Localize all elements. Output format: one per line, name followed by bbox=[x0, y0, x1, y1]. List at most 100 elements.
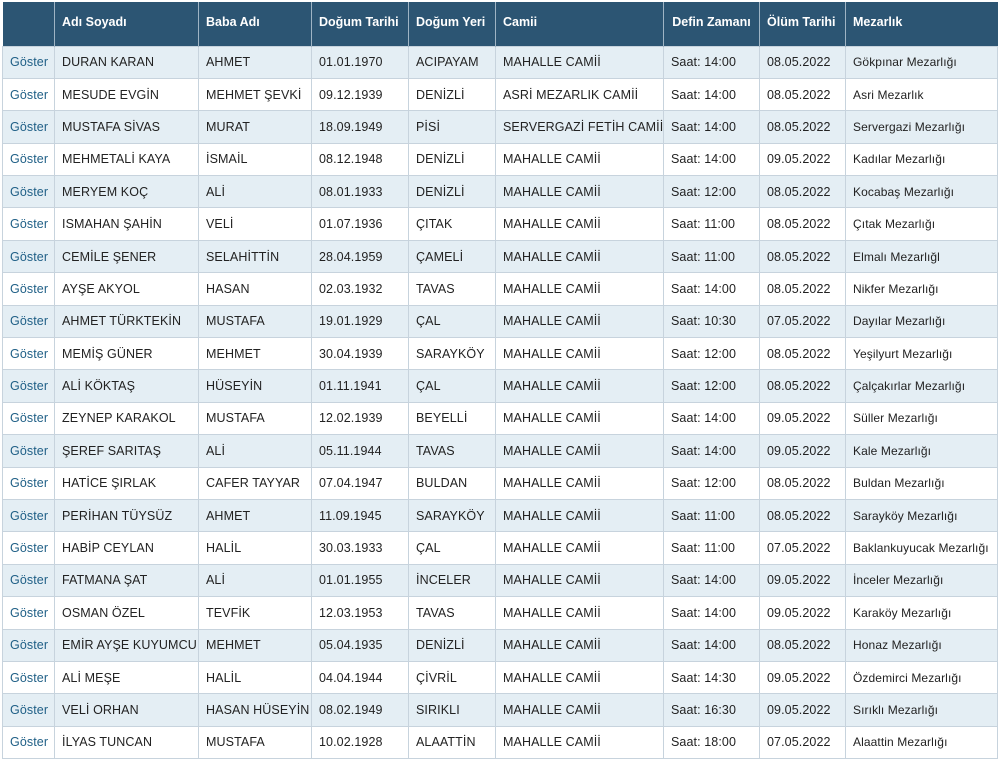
header-action bbox=[2, 2, 55, 46]
header-name[interactable]: Adı Soyadı bbox=[54, 2, 199, 46]
show-button[interactable]: Göster bbox=[2, 563, 55, 598]
cell-birth-date: 11.09.1945 bbox=[311, 498, 409, 533]
cell-cemetery: Süller Mezarlığı bbox=[845, 401, 998, 436]
cell-burial-time: Saat: 14:00 bbox=[663, 401, 760, 436]
show-button[interactable]: Göster bbox=[2, 466, 55, 500]
cell-father: MUSTAFA bbox=[198, 401, 312, 436]
show-button[interactable]: Göster bbox=[2, 596, 55, 630]
cell-cemetery: Sarayköy Mezarlığı bbox=[845, 498, 998, 533]
cell-name: PERİHAN TÜYSÜZ bbox=[54, 498, 199, 533]
cell-mosque: MAHALLE CAMİİ bbox=[495, 45, 664, 79]
show-button[interactable]: Göster bbox=[2, 498, 55, 533]
header-burial-time[interactable]: Defin Zamanı bbox=[663, 2, 760, 46]
cell-death-date: 09.05.2022 bbox=[759, 142, 846, 177]
show-button[interactable]: Göster bbox=[2, 272, 55, 306]
cell-father: AHMET bbox=[198, 45, 312, 79]
show-button[interactable]: Göster bbox=[2, 434, 55, 468]
cell-name: OSMAN ÖZEL bbox=[54, 596, 199, 630]
cell-cemetery: Dayılar Mezarlığı bbox=[845, 304, 998, 339]
cell-death-date: 08.05.2022 bbox=[759, 628, 846, 662]
cell-death-date: 08.05.2022 bbox=[759, 369, 846, 403]
cell-mosque: MAHALLE CAMİİ bbox=[495, 369, 664, 403]
cell-birth-date: 08.12.1948 bbox=[311, 142, 409, 177]
cell-birth-date: 10.02.1928 bbox=[311, 725, 409, 759]
cell-birth-place: BULDAN bbox=[408, 466, 496, 500]
table-row: Göster MEHMETALİ KAYA İSMAİL 08.12.1948 DENİ… bbox=[2, 142, 998, 177]
cell-name: AHMET TÜRKTEKİN bbox=[54, 304, 199, 339]
show-button[interactable]: Göster bbox=[2, 337, 55, 371]
cell-cemetery: Nikfer Mezarlığı bbox=[845, 272, 998, 306]
show-button[interactable]: Göster bbox=[2, 725, 55, 759]
show-button[interactable]: Göster bbox=[2, 239, 55, 274]
show-button[interactable]: Göster bbox=[2, 110, 55, 144]
cell-birth-place: DENİZLİ bbox=[408, 628, 496, 662]
cell-burial-time: Saat: 14:00 bbox=[663, 563, 760, 598]
show-button[interactable]: Göster bbox=[2, 207, 55, 241]
show-button[interactable]: Göster bbox=[2, 693, 55, 727]
cell-burial-time: Saat: 12:00 bbox=[663, 175, 760, 209]
cell-burial-time: Saat: 14:00 bbox=[663, 142, 760, 177]
cell-birth-place: TAVAS bbox=[408, 596, 496, 630]
header-death-date[interactable]: Ölüm Tarihi bbox=[759, 2, 846, 46]
cell-mosque: MAHALLE CAMİİ bbox=[495, 175, 664, 209]
cell-mosque: MAHALLE CAMİİ bbox=[495, 207, 664, 241]
cell-name: ALİ MEŞE bbox=[54, 660, 199, 695]
header-mosque[interactable]: Camii bbox=[495, 2, 664, 46]
cell-birth-place: ÇITAK bbox=[408, 207, 496, 241]
death-records-table-container: Adı Soyadı Baba Adı Doğum Tarihi Doğum Y… bbox=[2, 2, 998, 759]
cell-birth-place: SIRIKLI bbox=[408, 693, 496, 727]
cell-burial-time: Saat: 14:00 bbox=[663, 110, 760, 144]
table-row: Göster ZEYNEP KARAKOL MUSTAFA 12.02.1939 BEY… bbox=[2, 401, 998, 436]
cell-birth-date: 19.01.1929 bbox=[311, 304, 409, 339]
cell-cemetery: Özdemirci Mezarlığı bbox=[845, 660, 998, 695]
cell-death-date: 09.05.2022 bbox=[759, 596, 846, 630]
header-birth-date[interactable]: Doğum Tarihi bbox=[311, 2, 409, 46]
cell-death-date: 09.05.2022 bbox=[759, 693, 846, 727]
cell-cemetery: Kadılar Mezarlığı bbox=[845, 142, 998, 177]
cell-birth-date: 12.02.1939 bbox=[311, 401, 409, 436]
cell-birth-date: 28.04.1959 bbox=[311, 239, 409, 274]
table-row: Göster OSMAN ÖZEL TEVFİK 12.03.1953 TAVAS MAH… bbox=[2, 596, 998, 630]
cell-father: MEHMET bbox=[198, 628, 312, 662]
show-button[interactable]: Göster bbox=[2, 531, 55, 565]
cell-birth-place: İNCELER bbox=[408, 563, 496, 598]
cell-name: DURAN KARAN bbox=[54, 45, 199, 79]
cell-death-date: 07.05.2022 bbox=[759, 725, 846, 759]
table-row: Göster CEMİLE ŞENER SELAHİTTİN 28.04.1959 ÇA… bbox=[2, 239, 998, 274]
show-button[interactable]: Göster bbox=[2, 660, 55, 695]
table-row: Göster PERİHAN TÜYSÜZ AHMET 11.09.1945 SARAY… bbox=[2, 498, 998, 533]
show-button[interactable]: Göster bbox=[2, 45, 55, 79]
header-birth-place[interactable]: Doğum Yeri bbox=[408, 2, 496, 46]
cell-death-date: 07.05.2022 bbox=[759, 304, 846, 339]
cell-cemetery: Baklankuyucak Mezarlığı bbox=[845, 531, 998, 565]
show-button[interactable]: Göster bbox=[2, 304, 55, 339]
header-father[interactable]: Baba Adı bbox=[198, 2, 312, 46]
show-button[interactable]: Göster bbox=[2, 142, 55, 177]
cell-mosque: SERVERGAZİ FETİH CAMİİ bbox=[495, 110, 664, 144]
cell-burial-time: Saat: 14:00 bbox=[663, 272, 760, 306]
cell-burial-time: Saat: 14:30 bbox=[663, 660, 760, 695]
cell-burial-time: Saat: 16:30 bbox=[663, 693, 760, 727]
show-button[interactable]: Göster bbox=[2, 628, 55, 662]
cell-birth-place: SARAYKÖY bbox=[408, 498, 496, 533]
header-cemetery[interactable]: Mezarlık bbox=[845, 2, 998, 46]
cell-birth-place: ALAATTİN bbox=[408, 725, 496, 759]
table-row: Göster ALİ KÖKTAŞ HÜSEYİN 01.11.1941 ÇAL MAHA… bbox=[2, 369, 998, 403]
cell-name: FATMANA ŞAT bbox=[54, 563, 199, 598]
cell-father: VELİ bbox=[198, 207, 312, 241]
cell-name: ZEYNEP KARAKOL bbox=[54, 401, 199, 436]
cell-name: MERYEM KOÇ bbox=[54, 175, 199, 209]
cell-father: MURAT bbox=[198, 110, 312, 144]
show-button[interactable]: Göster bbox=[2, 77, 55, 112]
cell-cemetery: Elmalı Mezarlığl bbox=[845, 239, 998, 274]
show-button[interactable]: Göster bbox=[2, 401, 55, 436]
show-button[interactable]: Göster bbox=[2, 175, 55, 209]
cell-birth-date: 08.02.1949 bbox=[311, 693, 409, 727]
cell-name: MUSTAFA SİVAS bbox=[54, 110, 199, 144]
table-row: Göster MUSTAFA SİVAS MURAT 18.09.1949 PİSİ SE… bbox=[2, 110, 998, 144]
cell-mosque: MAHALLE CAMİİ bbox=[495, 337, 664, 371]
cell-birth-date: 30.03.1933 bbox=[311, 531, 409, 565]
cell-mosque: MAHALLE CAMİİ bbox=[495, 498, 664, 533]
show-button[interactable]: Göster bbox=[2, 369, 55, 403]
cell-cemetery: Alaattin Mezarlığı bbox=[845, 725, 998, 759]
